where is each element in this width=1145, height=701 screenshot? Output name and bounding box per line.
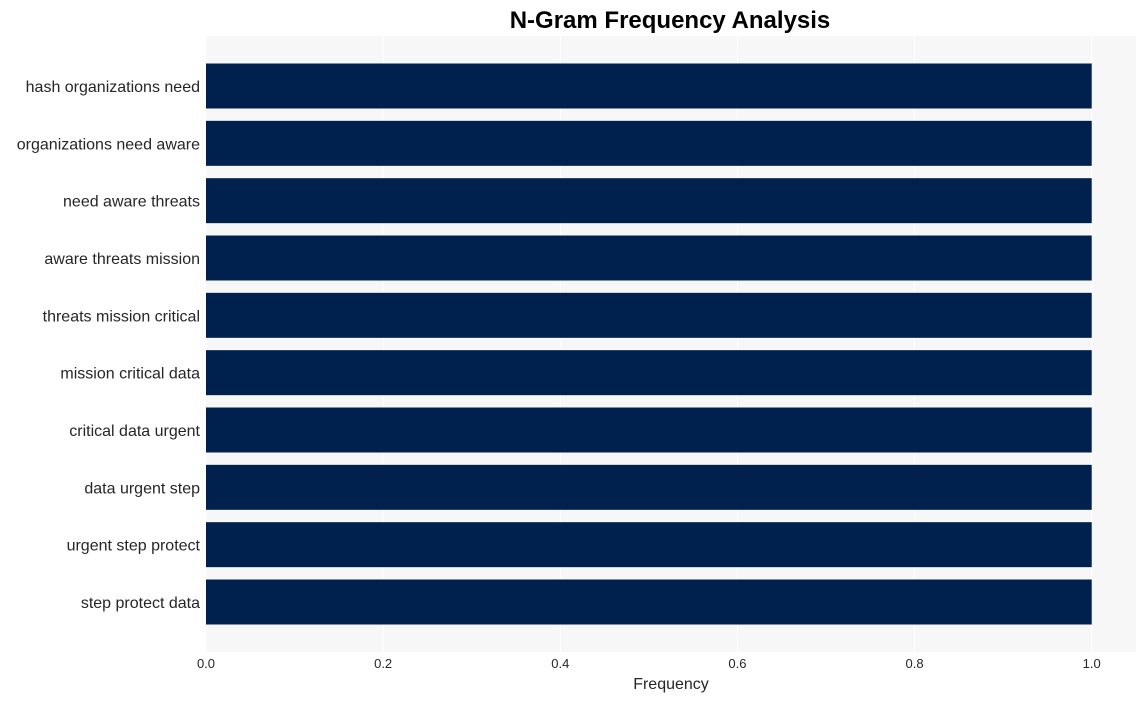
x-axis-ticks: 0.0 0.2 0.4 0.6 0.8 1.0 [197,656,1101,671]
bar-3 [206,235,1092,281]
x-tick-label-4: 0.8 [906,656,924,671]
y-tick-label-2: need aware threats [63,194,200,211]
bar-1 [206,120,1092,166]
y-tick-label-8: urgent step protect [67,538,201,555]
bar-4 [206,292,1092,338]
chart-title: N-Gram Frequency Analysis [510,7,831,34]
y-tick-label-3: aware threats mission [44,251,200,268]
x-tick-label-1: 0.2 [374,656,392,671]
y-axis-labels: hash organizations need organizations nee… [17,79,201,612]
bar-5 [206,350,1092,396]
bar-8 [206,522,1092,568]
y-tick-label-0: hash organizations need [26,79,200,96]
x-tick-label-2: 0.4 [551,656,569,671]
x-tick-label-5: 1.0 [1083,656,1101,671]
y-tick-label-5: mission critical data [60,366,200,383]
y-tick-label-6: critical data urgent [69,423,200,440]
y-tick-label-7: data urgent step [84,480,200,497]
bar-2 [206,178,1092,224]
x-tick-label-0: 0.0 [197,656,215,671]
y-tick-label-9: step protect data [81,595,200,612]
x-axis-label: Frequency [633,676,709,693]
y-tick-label-4: threats mission critical [43,308,200,325]
bar-6 [206,407,1092,453]
y-tick-label-1: organizations need aware [17,136,200,153]
bar-chart: N-Gram Frequency Analysis hash organizat… [17,7,1136,693]
bar-0 [206,63,1092,109]
bar-7 [206,464,1092,510]
bar-9 [206,579,1092,625]
x-tick-label-3: 0.6 [728,656,746,671]
